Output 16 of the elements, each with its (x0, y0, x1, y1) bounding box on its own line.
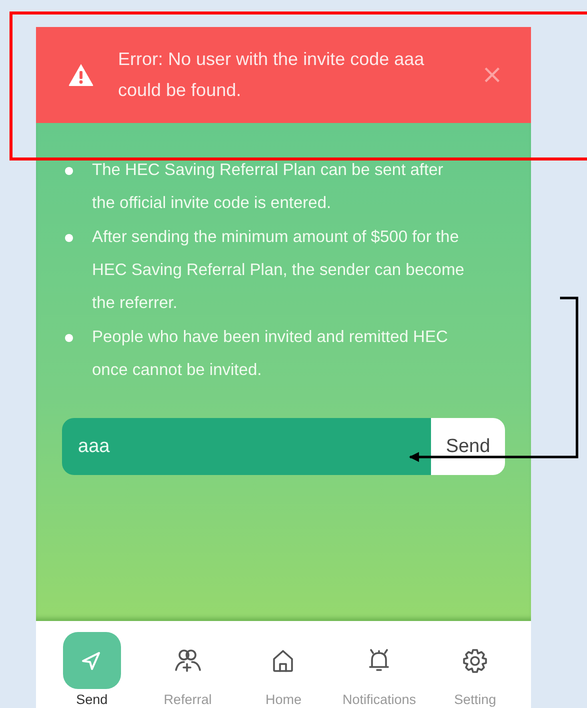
bullet-icon (65, 334, 73, 342)
nav-tab[interactable]: Setting (427, 621, 523, 708)
error-message: Error: No user with the invite code aaa could be found. (118, 48, 426, 102)
nav-tab[interactable]: Notifications (331, 621, 428, 708)
invite-code-field[interactable]: aaa (62, 418, 431, 475)
nav-tab[interactable]: Home (236, 621, 332, 708)
rule-text: The HEC Saving Referral Plan can be sent after the official invite code is entered. (92, 160, 444, 214)
close-button[interactable]: × (481, 60, 503, 90)
rule-text: People who have been invited and remitted HEC once cannot be invited. (92, 327, 449, 381)
send-button[interactable]: Send (431, 418, 505, 475)
nav-tab[interactable]: Referral (140, 621, 236, 708)
nav-tab[interactable]: Send (44, 621, 140, 708)
rule-text: After sending the minimum amount of $500 for the HEC Saving Referral Plan, the sender can become the referrer. (92, 227, 466, 314)
bullet-icon (65, 167, 73, 175)
bullet-icon (65, 234, 73, 242)
warning-icon (68, 63, 94, 87)
